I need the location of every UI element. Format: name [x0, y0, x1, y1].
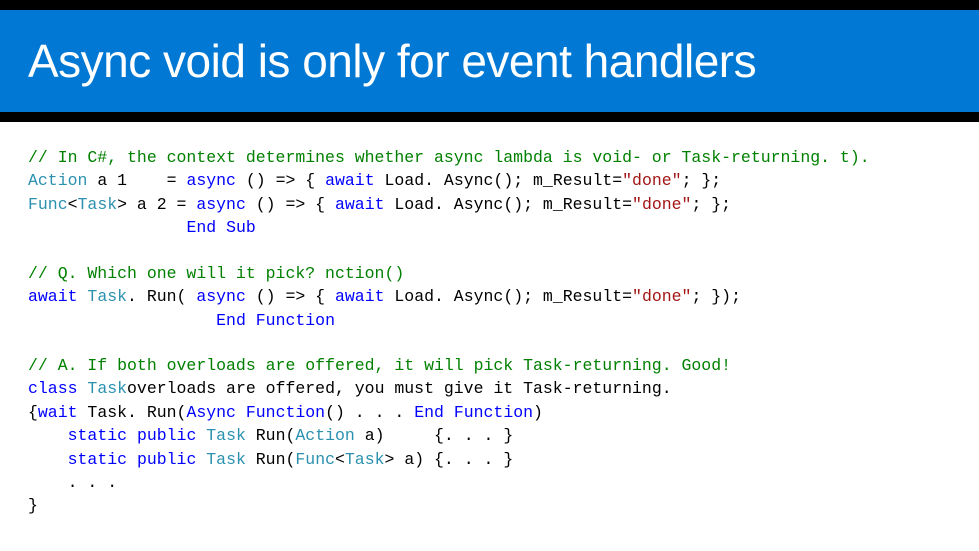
txt: a 1 =	[87, 171, 186, 190]
kw-function: Function	[454, 403, 533, 422]
kw-await: await	[335, 195, 385, 214]
txt: . Run(	[127, 287, 196, 306]
pad	[28, 450, 68, 469]
str-done: "done"	[622, 171, 681, 190]
txt: >	[385, 450, 395, 469]
txt: <	[68, 195, 78, 214]
txt: )	[533, 403, 543, 422]
sp	[78, 379, 88, 398]
txt: ; };	[691, 195, 731, 214]
type-task: Task	[345, 450, 385, 469]
txt: }	[28, 496, 38, 515]
comment: // In C#, the context determines whether…	[28, 148, 870, 167]
txt: overloads are offered, you must give it …	[127, 379, 672, 398]
txt: Load. Async(); m_Result=	[385, 195, 633, 214]
kw-static: static	[68, 450, 127, 469]
code-block-2: // Q. Which one will it pick? nction() a…	[28, 262, 951, 332]
txt: Load. Async(); m_Result=	[375, 171, 623, 190]
kw-await: await	[335, 287, 385, 306]
txt: Task. Run(	[78, 403, 187, 422]
str-done: "done"	[632, 287, 691, 306]
pad	[28, 311, 216, 330]
kw-function: Function	[246, 403, 325, 422]
txt: () . . .	[325, 403, 414, 422]
kw-wait: wait	[38, 403, 78, 422]
sp	[444, 403, 454, 422]
txt: Run(	[246, 450, 296, 469]
txt: ; };	[682, 171, 722, 190]
sp	[127, 450, 137, 469]
type-action: Action	[295, 426, 354, 445]
kw-end: End	[414, 403, 444, 422]
slide-title: Async void is only for event handlers	[28, 34, 756, 88]
pad	[28, 426, 68, 445]
sp	[127, 426, 137, 445]
type-action: Action	[28, 171, 87, 190]
txt: >	[117, 195, 127, 214]
slide-header: Async void is only for event handlers	[0, 0, 979, 122]
txt: a) {. . . }	[394, 450, 513, 469]
type-func: Func	[295, 450, 335, 469]
txt: a) {. . . }	[355, 426, 513, 445]
type-task: Task	[87, 287, 127, 306]
code-block-1: // In C#, the context determines whether…	[28, 146, 951, 240]
type-func: Func	[28, 195, 68, 214]
sp	[246, 311, 256, 330]
pad	[28, 218, 186, 237]
kw-sub: Sub	[226, 218, 256, 237]
txt: ; });	[691, 287, 741, 306]
str-done: "done"	[632, 195, 691, 214]
sp	[196, 450, 206, 469]
kw-function: Function	[256, 311, 335, 330]
kw-async: async	[196, 287, 246, 306]
kw-public: public	[137, 450, 196, 469]
kw-end: End	[186, 218, 216, 237]
txt: a 2 =	[127, 195, 196, 214]
code-block-3: // A. If both overloads are offered, it …	[28, 354, 951, 518]
kw-async-u: Async	[186, 403, 236, 422]
kw-async: async	[186, 171, 236, 190]
sp	[196, 426, 206, 445]
txt: {	[28, 403, 38, 422]
txt: () => {	[246, 195, 335, 214]
kw-await: await	[28, 287, 78, 306]
sp	[216, 218, 226, 237]
txt: Load. Async(); m_Result=	[385, 287, 633, 306]
slide-content: // In C#, the context determines whether…	[0, 122, 979, 542]
type-task: Task	[87, 379, 127, 398]
kw-await: await	[325, 171, 375, 190]
type-task: Task	[206, 450, 246, 469]
txt: . . .	[28, 473, 117, 492]
kw-class: class	[28, 379, 78, 398]
kw-async: async	[196, 195, 246, 214]
type-task: Task	[206, 426, 246, 445]
kw-end: End	[216, 311, 246, 330]
txt: <	[335, 450, 345, 469]
comment: // A. If both overloads are offered, it …	[28, 356, 731, 375]
txt: () => {	[236, 171, 325, 190]
kw-static: static	[68, 426, 127, 445]
txt: Run(	[246, 426, 296, 445]
kw-public: public	[137, 426, 196, 445]
txt: () => {	[246, 287, 335, 306]
type-task: Task	[78, 195, 118, 214]
comment: // Q. Which one will it pick? nction()	[28, 264, 404, 283]
sp	[236, 403, 246, 422]
sp	[78, 287, 88, 306]
